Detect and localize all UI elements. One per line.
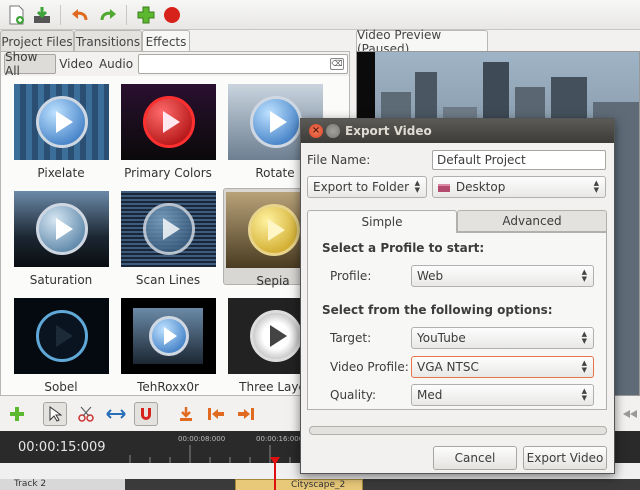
previous-marker-icon[interactable]	[204, 402, 228, 426]
undo-icon[interactable]	[68, 3, 92, 27]
folder-value: Desktop	[455, 180, 506, 194]
filter-video[interactable]: Video	[59, 54, 93, 74]
quality-value: Med	[417, 388, 443, 402]
profile-section-heading: Select a Profile to start:	[322, 241, 485, 255]
effects-filter-bar: Show All Video Audio ⌫	[1, 50, 349, 78]
options-section-heading: Select from the following options:	[322, 303, 553, 317]
add-track-icon[interactable]	[5, 402, 29, 426]
effect-thumbnail	[13, 191, 109, 267]
new-project-icon[interactable]	[4, 3, 28, 27]
effect-item[interactable]: Saturation	[11, 191, 111, 287]
tab-video-preview[interactable]: Video Preview (Paused)	[356, 28, 488, 56]
effect-label: Primary Colors	[124, 166, 212, 180]
tab-transitions[interactable]: Transitions	[74, 30, 142, 52]
file-name-label: File Name:	[307, 153, 371, 167]
updown-arrow-icon: ▲ ▼	[581, 359, 587, 374]
export-to-folder-dropdown[interactable]: Export to Folder ▲ ▼	[307, 176, 427, 198]
next-marker-icon[interactable]	[234, 402, 258, 426]
effect-label: Pixelate	[37, 166, 85, 180]
video-profile-label: Video Profile:	[330, 360, 409, 374]
filter-audio[interactable]: Audio	[97, 54, 135, 74]
playhead-line	[274, 463, 276, 490]
main-toolbar	[0, 0, 640, 30]
clear-search-icon[interactable]: ⌫	[330, 58, 344, 70]
effect-item[interactable]: Sobel	[11, 298, 111, 394]
snapping-magnet-icon[interactable]	[134, 402, 158, 426]
rewind-icon[interactable]	[618, 402, 640, 426]
video-profile-dropdown[interactable]: VGA NTSC ▲ ▼	[411, 356, 594, 378]
tab-advanced[interactable]: Advanced	[457, 210, 607, 232]
updown-arrow-icon: ▲ ▼	[581, 330, 587, 345]
effect-thumbnail	[120, 191, 216, 267]
minimize-icon[interactable]	[326, 124, 340, 138]
profile-value: Web	[417, 269, 444, 283]
razor-tool-icon[interactable]	[74, 402, 98, 426]
video-profile-value: VGA NTSC	[417, 360, 479, 374]
tab-effects[interactable]: Effects	[142, 30, 190, 53]
add-files-icon[interactable]	[134, 3, 158, 27]
dialog-titlebar: × Export Video	[301, 119, 614, 143]
updown-arrow-icon: ▲ ▼	[414, 179, 420, 194]
export-progress-bar	[309, 426, 607, 435]
dialog-title: Export Video	[345, 124, 432, 138]
export-video-dialog: × Export Video File Name: Default Projec…	[300, 118, 615, 474]
cancel-button[interactable]: Cancel	[433, 446, 517, 470]
effect-item[interactable]: Pixelate	[11, 84, 111, 180]
file-name-input[interactable]: Default Project	[432, 150, 606, 170]
effect-thumbnail	[120, 298, 216, 374]
export-video-button[interactable]: Export Video	[523, 446, 607, 470]
effect-label: TehRoxx0r	[137, 380, 199, 394]
effect-item[interactable]: Primary Colors	[118, 84, 218, 180]
effect-thumbnail	[13, 298, 109, 374]
target-value: YouTube	[417, 331, 466, 345]
tab-simple[interactable]: Simple	[307, 210, 457, 233]
filter-show-all[interactable]: Show All	[4, 50, 56, 78]
close-icon[interactable]: ×	[309, 124, 323, 138]
redo-icon[interactable]	[96, 3, 120, 27]
effect-label: Scan Lines	[135, 273, 201, 287]
quality-dropdown[interactable]: Med ▲ ▼	[411, 384, 594, 406]
effect-thumbnail	[13, 84, 109, 160]
effect-label: Sobel	[44, 380, 78, 394]
effect-label: Saturation	[29, 273, 93, 287]
resize-tool-icon[interactable]	[104, 402, 128, 426]
target-label: Target:	[330, 331, 372, 345]
effects-panel: Show All Video Audio ⌫ Pixelate Primary …	[0, 50, 350, 396]
folder-icon	[438, 183, 450, 192]
updown-arrow-icon: ▲ ▼	[581, 268, 587, 283]
updown-arrow-icon: ▲ ▼	[581, 387, 587, 402]
updown-arrow-icon: ▲ ▼	[593, 179, 599, 194]
simple-tab-pane: Select a Profile to start: Profile: Web …	[307, 232, 607, 410]
effects-search-input[interactable]: ⌫	[138, 54, 348, 74]
profile-label: Profile:	[330, 269, 372, 283]
timeline-clip[interactable]: Cityscape_2	[235, 479, 363, 490]
effect-item[interactable]: TehRoxx0r	[118, 298, 218, 394]
target-dropdown[interactable]: YouTube ▲ ▼	[411, 327, 594, 349]
folder-dropdown[interactable]: Desktop ▲ ▼	[432, 176, 606, 198]
select-tool-icon[interactable]	[43, 402, 67, 426]
tab-project-files[interactable]: Project Files	[0, 30, 74, 52]
export-to-folder-value: Export to Folder	[313, 180, 410, 194]
save-project-icon[interactable]	[30, 3, 54, 27]
quality-label: Quality:	[330, 388, 377, 402]
profile-dropdown[interactable]: Web ▲ ▼	[411, 265, 594, 287]
track-label[interactable]: Track 2	[0, 479, 125, 490]
add-marker-icon[interactable]	[174, 402, 198, 426]
record-icon[interactable]	[160, 3, 184, 27]
effect-thumbnail	[120, 84, 216, 160]
effect-item[interactable]: Scan Lines	[118, 191, 218, 287]
